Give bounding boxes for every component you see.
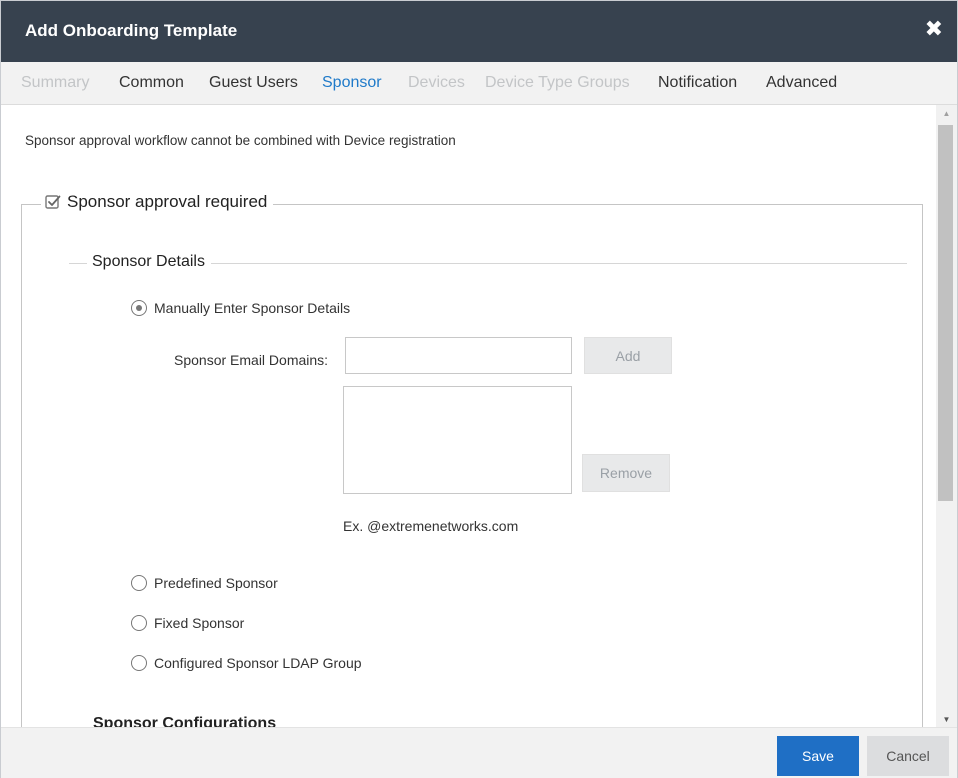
cancel-button[interactable]: Cancel [867, 736, 949, 776]
sponsor-approval-label: Sponsor approval required [67, 192, 268, 211]
email-domains-list[interactable] [343, 386, 572, 494]
dialog-title: Add Onboarding Template [25, 21, 238, 40]
radio-manual-sponsor-label: Manually Enter Sponsor Details [154, 300, 351, 316]
onboarding-template-dialog: Add Onboarding Template ✖ Summary Common… [0, 0, 958, 778]
tab-bar: Summary Common Guest Users Sponsor Devic… [1, 62, 957, 105]
sponsor-tab-content: Sponsor approval workflow cannot be comb… [1, 105, 936, 727]
radio-fixed-sponsor-label: Fixed Sponsor [154, 615, 245, 631]
radio-fixed-sponsor[interactable]: Fixed Sponsor [131, 615, 244, 631]
save-button[interactable]: Save [777, 736, 859, 776]
email-domains-input[interactable] [345, 337, 572, 374]
tab-summary[interactable]: Summary [21, 74, 89, 92]
dialog-titlebar: Add Onboarding Template ✖ [1, 1, 957, 62]
sponsor-approval-legend: Sponsor approval required [41, 192, 274, 212]
radio-checked-icon[interactable] [131, 300, 147, 316]
sponsor-configurations-title: Sponsor Configurations [93, 715, 277, 727]
radio-manual-sponsor[interactable]: Manually Enter Sponsor Details [131, 300, 350, 316]
tab-notification[interactable]: Notification [658, 74, 737, 92]
checkbox-checked-icon[interactable] [45, 194, 61, 210]
tab-devices[interactable]: Devices [408, 74, 465, 92]
tab-device-type-groups[interactable]: Device Type Groups [485, 74, 630, 92]
add-domain-button[interactable]: Add [584, 337, 672, 374]
scroll-up-arrow-icon[interactable]: ▲ [936, 107, 957, 119]
dialog-footer: Save Cancel [1, 727, 957, 778]
scroll-down-arrow-icon[interactable]: ▼ [936, 713, 957, 725]
radio-predefined-sponsor-label: Predefined Sponsor [154, 575, 278, 591]
radio-unchecked-icon[interactable] [131, 615, 147, 631]
radio-unchecked-icon[interactable] [131, 655, 147, 671]
radio-unchecked-icon[interactable] [131, 575, 147, 591]
tab-common[interactable]: Common [119, 74, 184, 92]
radio-ldap-group-label: Configured Sponsor LDAP Group [154, 655, 362, 671]
close-icon[interactable]: ✖ [925, 17, 943, 41]
tab-sponsor[interactable]: Sponsor [322, 74, 382, 92]
sponsor-details-title: Sponsor Details [87, 253, 211, 271]
email-domain-hint: Ex. @extremenetworks.com [343, 518, 519, 534]
info-note: Sponsor approval workflow cannot be comb… [25, 133, 456, 148]
vertical-scrollbar[interactable]: ▲ ▼ [936, 105, 957, 727]
tab-advanced[interactable]: Advanced [766, 74, 837, 92]
radio-predefined-sponsor[interactable]: Predefined Sponsor [131, 575, 278, 591]
tab-guest-users[interactable]: Guest Users [209, 74, 298, 92]
remove-domain-button[interactable]: Remove [582, 454, 670, 492]
radio-ldap-group[interactable]: Configured Sponsor LDAP Group [131, 655, 362, 671]
email-domains-label: Sponsor Email Domains: [174, 352, 329, 368]
scrollbar-thumb[interactable] [938, 125, 953, 501]
